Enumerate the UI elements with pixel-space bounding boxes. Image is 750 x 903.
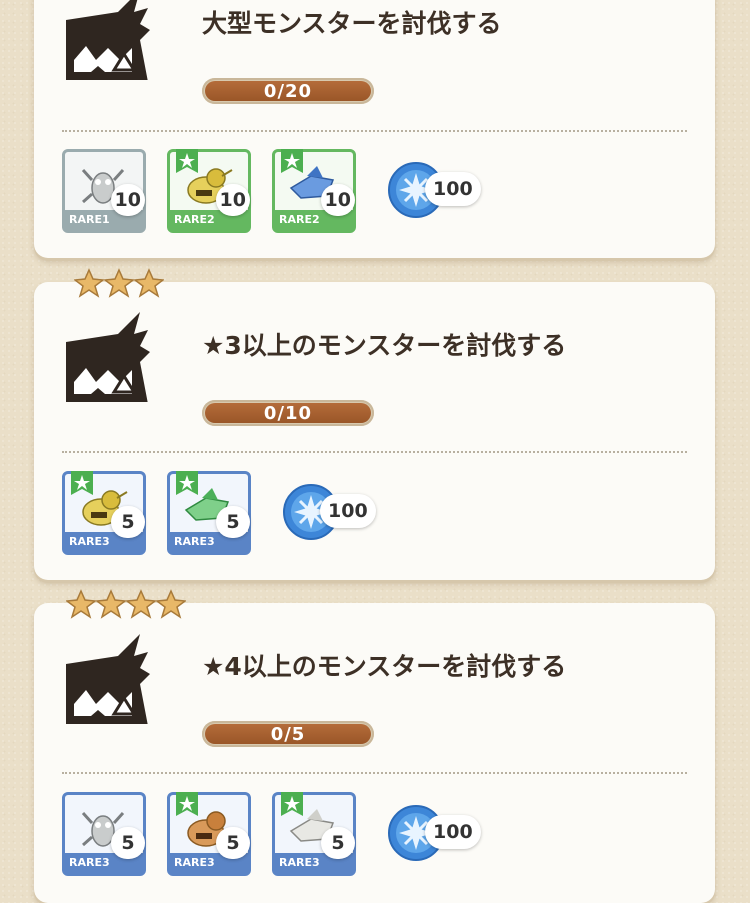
quest-progress-bar: 0/10 [202,400,374,426]
quest-title: ★3以上のモンスターを討伐する [202,331,567,360]
reward-count: 10 [320,184,355,216]
reward-item[interactable]: RARE2 10 [272,149,356,233]
reward-list: RARE1 10 RARE2 10 RARE2 10 100 [62,149,487,233]
orb-reward[interactable]: 100 [387,149,487,233]
star-icon [104,268,134,298]
star-icon [134,268,164,298]
divider [62,451,687,453]
divider [62,772,687,774]
reward-count: 5 [321,827,355,859]
quest-title: ★4以上のモンスターを討伐する [202,652,567,681]
star-icon [74,268,104,298]
reward-count: 10 [215,184,250,216]
quest-progress-bar: 0/20 [202,78,374,104]
quest-card-1: 大型モンスターを討伐する 0/20 RARE1 10 RARE2 10 RARE… [34,0,715,258]
quest-progress-bar: 0/5 [202,721,374,747]
reward-list: RARE3 5 RARE3 5 100 [62,471,382,555]
reward-item[interactable]: RARE1 10 [62,149,146,233]
reward-list: RARE3 5 RARE3 5 RARE3 5 100 [62,792,487,876]
divider [62,130,687,132]
orb-count: 100 [425,172,481,206]
orb-reward[interactable]: 100 [387,792,487,876]
difficulty-stars [66,589,186,619]
star-icon [126,589,156,619]
quest-card-3: ★4以上のモンスターを討伐する 0/5 RARE3 5 RARE3 5 RARE… [34,589,715,903]
star-icon [156,589,186,619]
quest-progress-label: 0/20 [205,81,371,102]
monster-hunt-icon [66,312,150,402]
reward-item[interactable]: RARE3 5 [272,792,356,876]
orb-reward[interactable]: 100 [282,471,382,555]
quest-title: 大型モンスターを討伐する [202,9,502,38]
quest-progress-label: 0/5 [205,724,371,745]
reward-item[interactable]: RARE3 5 [167,471,251,555]
monster-hunt-icon [66,0,150,80]
star-icon [66,589,96,619]
star-icon [96,589,126,619]
orb-count: 100 [425,815,481,849]
reward-item[interactable]: RARE3 5 [62,792,146,876]
reward-item[interactable]: RARE3 5 [167,792,251,876]
reward-item[interactable]: RARE3 5 [62,471,146,555]
reward-count: 10 [110,184,145,216]
quest-progress-label: 0/10 [205,403,371,424]
reward-item[interactable]: RARE2 10 [167,149,251,233]
reward-count: 5 [111,827,145,859]
quest-card-2: ★3以上のモンスターを討伐する 0/10 RARE3 5 RARE3 5 100 [34,268,715,580]
monster-hunt-icon [66,634,150,724]
reward-count: 5 [216,506,250,538]
difficulty-stars [74,268,164,298]
reward-count: 5 [111,506,145,538]
orb-count: 100 [320,494,376,528]
reward-count: 5 [216,827,250,859]
